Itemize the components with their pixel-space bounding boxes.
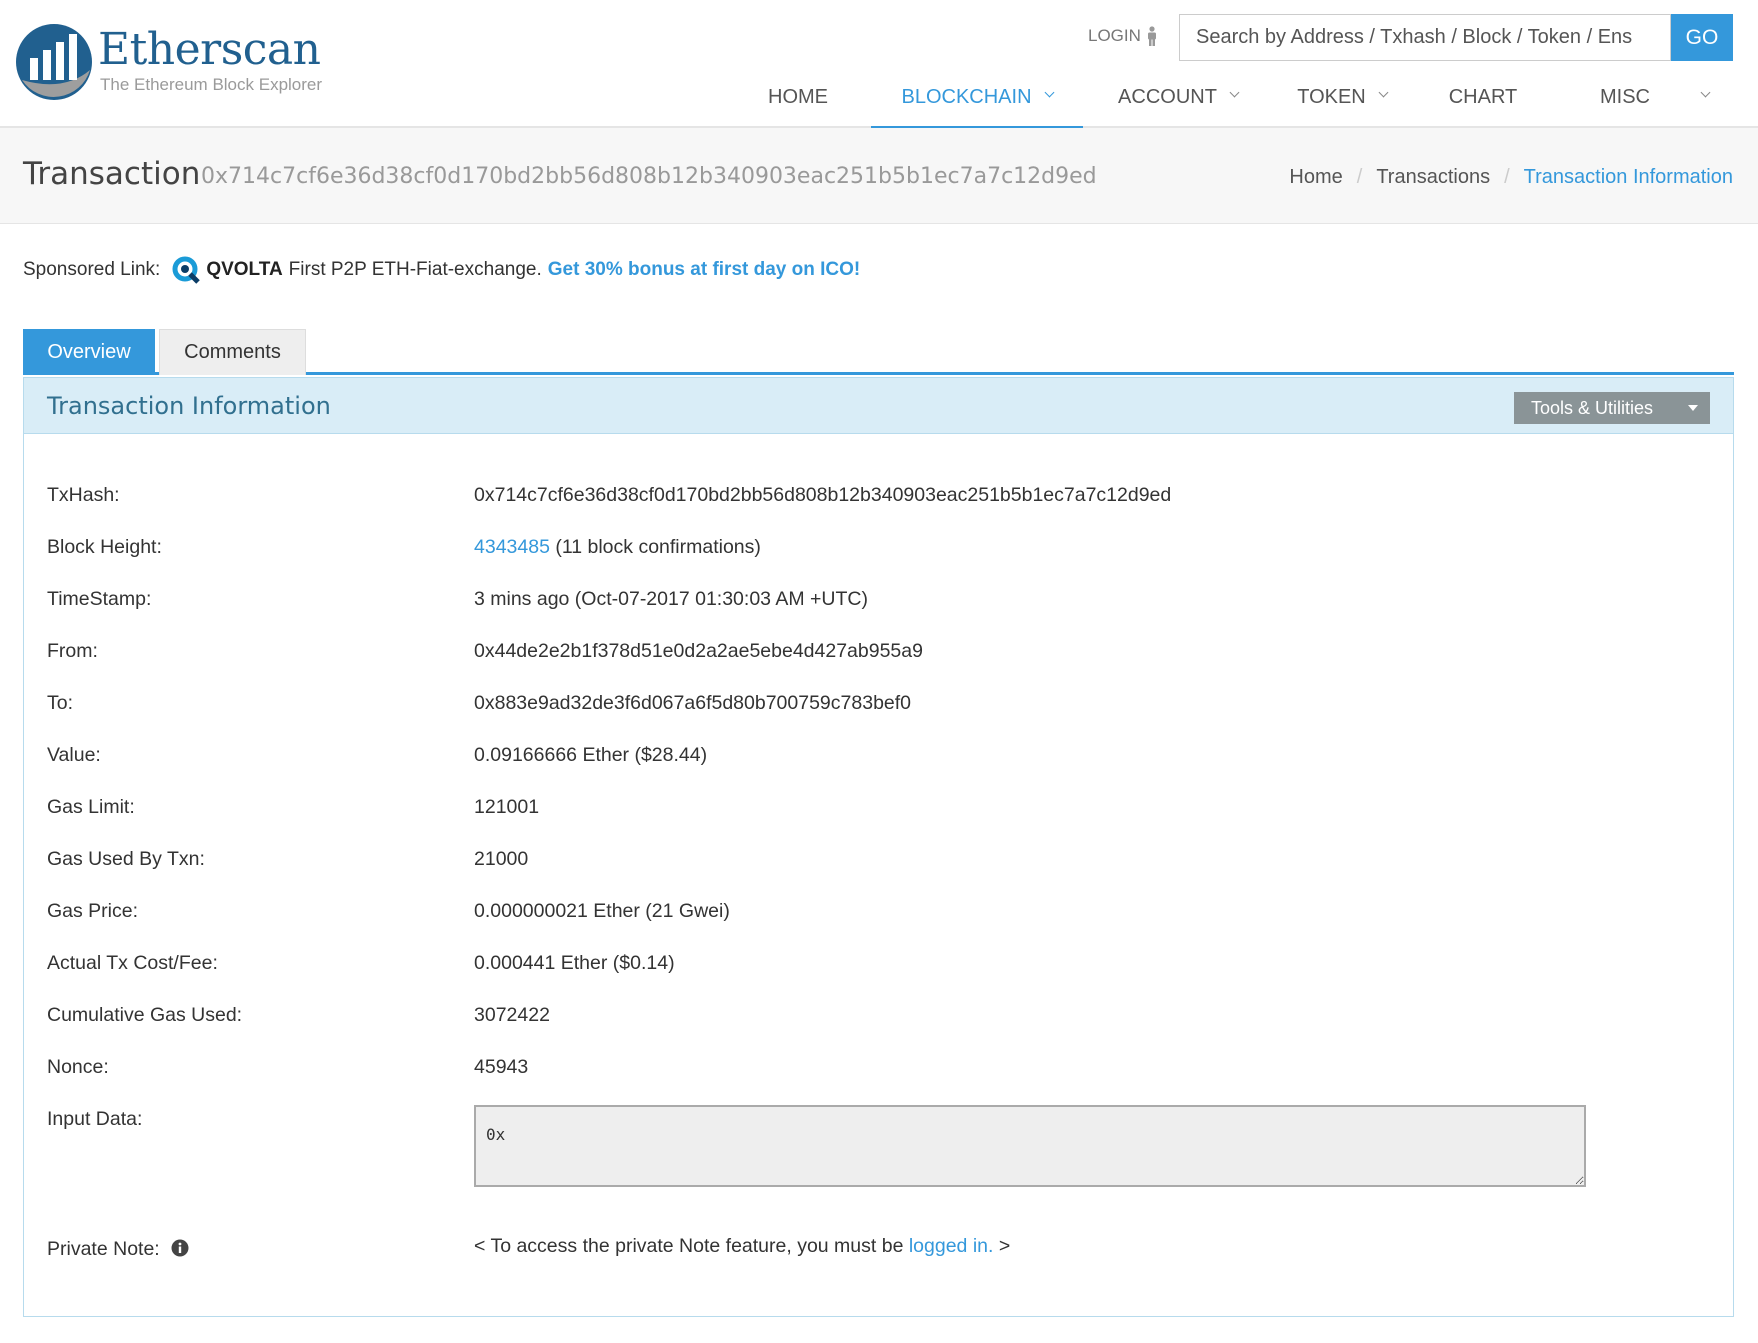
row-to: To: 0x883e9ad32de3f6d067a6f5d80b700759c7… — [47, 692, 1707, 722]
value-amount: 0.09166666 Ether ($28.44) — [474, 744, 708, 766]
gas-limit-label: Gas Limit: — [47, 796, 135, 818]
breadcrumb-separator: / — [1356, 166, 1363, 188]
breadcrumb-home[interactable]: Home — [1289, 166, 1342, 189]
private-note-label-wrap: Private Note: — [47, 1238, 189, 1261]
page-title: Transaction — [23, 156, 201, 192]
block-number-link[interactable]: 4343485 — [474, 536, 550, 558]
input-data-field[interactable] — [474, 1105, 1586, 1187]
nav-chart-label: CHART — [1448, 86, 1518, 108]
sponsor-promo-link[interactable]: Get 30% bonus at first day on ICO! — [548, 259, 861, 281]
row-nonce: Nonce: 45943 — [47, 1056, 1707, 1086]
gas-used-label: Gas Used By Txn: — [47, 848, 205, 870]
from-label: From: — [47, 640, 98, 662]
private-note-suffix: > — [998, 1235, 1011, 1257]
nav-token[interactable]: TOKEN — [1287, 76, 1397, 128]
site-header: Etherscan The Ethereum Block Explorer LO… — [0, 0, 1758, 129]
row-from: From: 0x44de2e2b1f378d51e0d2a2ae5ebe4d42… — [47, 640, 1707, 670]
row-block-height: Block Height: 4343485 (11 block confirma… — [47, 536, 1707, 566]
breadcrumb-separator: / — [1504, 166, 1510, 188]
tx-fee-label: Actual Tx Cost/Fee: — [47, 952, 218, 974]
row-value: Value: 0.09166666 Ether ($28.44) — [47, 744, 1707, 774]
go-button[interactable]: GO — [1671, 14, 1733, 61]
private-note-prefix: < To access the private Note feature, yo… — [474, 1235, 904, 1257]
nav-home-label: HOME — [768, 86, 828, 108]
from-address-link[interactable]: 0x44de2e2b1f378d51e0d2a2ae5ebe4d427ab955… — [474, 640, 923, 663]
nav-account-label: ACCOUNT — [1118, 86, 1217, 108]
sponsor-text[interactable]: First P2P ETH-Fiat-exchange. — [289, 259, 542, 281]
block-height-label: Block Height: — [47, 536, 162, 558]
value-label: Value: — [47, 744, 101, 766]
block-confirmations: (11 block confirmations) — [555, 536, 761, 558]
row-txhash: TxHash: 0x714c7cf6e36d38cf0d170bd2bb56d8… — [47, 484, 1707, 514]
nav-misc-label: MISC — [1600, 86, 1650, 108]
private-note-label: Private Note: — [47, 1238, 160, 1260]
sponsor-brand[interactable]: QVOLTA — [206, 259, 282, 281]
cumulative-gas-label: Cumulative Gas Used: — [47, 1004, 243, 1026]
sponsor-prefix: Sponsored Link: — [23, 259, 161, 280]
chevron-down-icon — [1700, 87, 1710, 98]
row-private-note: Private Note: < To access the private No… — [47, 1235, 1707, 1268]
search-input[interactable] — [1179, 14, 1671, 61]
nonce-label: Nonce: — [47, 1056, 109, 1078]
nonce-value: 45943 — [474, 1056, 529, 1078]
transaction-info-panel: Transaction Information Tools & Utilitie… — [23, 377, 1734, 1317]
row-gas-used: Gas Used By Txn: 21000 — [47, 848, 1707, 878]
breadcrumb-current: Transaction Information — [1523, 166, 1733, 188]
row-timestamp: TimeStamp: 3 mins ago (Oct-07-2017 01:30… — [47, 588, 1707, 618]
sponsored-link: Sponsored Link: QVOLTA First P2P ETH-Fia… — [23, 256, 860, 284]
tab-overview[interactable]: Overview — [23, 329, 155, 375]
chevron-down-icon — [1044, 87, 1054, 98]
private-note-value: < To access the private Note feature, yo… — [474, 1235, 1010, 1258]
nav-misc[interactable]: MISC — [1580, 76, 1670, 128]
to-address-link[interactable]: 0x883e9ad32de3f6d067a6f5d80b700759c783be… — [474, 692, 911, 715]
nav-blockchain[interactable]: BLOCKCHAIN — [871, 76, 1083, 129]
breadcrumb: Home / Transactions / Transaction Inform… — [1289, 166, 1733, 189]
qvolta-logo-icon[interactable] — [172, 256, 201, 284]
txhash-label: TxHash: — [47, 484, 120, 506]
timestamp-label: TimeStamp: — [47, 588, 152, 610]
tab-comments[interactable]: Comments — [159, 329, 306, 375]
login-link[interactable]: LOGIN — [1088, 26, 1159, 46]
login-label: LOGIN — [1088, 26, 1141, 45]
to-label: To: — [47, 692, 74, 714]
timestamp-value: 3 mins ago (Oct-07-2017 01:30:03 AM +UTC… — [474, 588, 868, 610]
nav-token-label: TOKEN — [1297, 86, 1366, 108]
user-icon — [1147, 26, 1156, 46]
gas-used-value: 21000 — [474, 848, 529, 870]
tab-bar: Overview Comments — [23, 329, 1734, 375]
panel-header: Transaction Information Tools & Utilitie… — [24, 378, 1733, 434]
input-data-label: Input Data: — [47, 1108, 143, 1130]
panel-title: Transaction Information — [47, 392, 331, 420]
main-nav: HOME BLOCKCHAIN ACCOUNT TOKEN CHART MISC — [0, 76, 1758, 129]
chevron-down-icon — [1378, 87, 1389, 98]
row-cumulative-gas: Cumulative Gas Used: 3072422 — [47, 1004, 1707, 1034]
page-title-hash: 0x714c7cf6e36d38cf0d170bd2bb56d808b12b34… — [201, 164, 1097, 189]
nav-account[interactable]: ACCOUNT — [1108, 76, 1248, 128]
block-height-value: 4343485 (11 block confirmations) — [474, 536, 761, 559]
nav-more[interactable] — [1690, 76, 1720, 128]
row-gas-price: Gas Price: 0.000000021 Ether (21 Gwei) — [47, 900, 1707, 930]
row-tx-fee: Actual Tx Cost/Fee: 0.000441 Ether ($0.1… — [47, 952, 1707, 982]
tx-fee-value: 0.000441 Ether ($0.14) — [474, 952, 675, 974]
row-gas-limit: Gas Limit: 121001 — [47, 796, 1707, 826]
nav-blockchain-label: BLOCKCHAIN — [901, 86, 1032, 108]
caret-down-icon — [1688, 405, 1698, 411]
page-title-bar: Transaction 0x714c7cf6e36d38cf0d170bd2bb… — [0, 128, 1758, 224]
chevron-down-icon — [1229, 87, 1240, 98]
txhash-value: 0x714c7cf6e36d38cf0d170bd2bb56d808b12b34… — [474, 484, 1172, 506]
gas-price-value: 0.000000021 Ether (21 Gwei) — [474, 900, 730, 922]
tools-utilities-button[interactable]: Tools & Utilities — [1514, 392, 1710, 424]
login-prompt-link[interactable]: logged in. — [909, 1235, 994, 1257]
nav-chart[interactable]: CHART — [1430, 76, 1536, 128]
tools-utilities-label: Tools & Utilities — [1531, 397, 1654, 418]
gas-limit-value: 121001 — [474, 796, 540, 818]
cumulative-gas-value: 3072422 — [474, 1004, 550, 1026]
info-icon[interactable] — [171, 1239, 189, 1257]
logo-name: Etherscan — [98, 24, 321, 75]
gas-price-label: Gas Price: — [47, 900, 139, 922]
breadcrumb-transactions[interactable]: Transactions — [1376, 166, 1490, 189]
nav-home[interactable]: HOME — [748, 76, 848, 128]
